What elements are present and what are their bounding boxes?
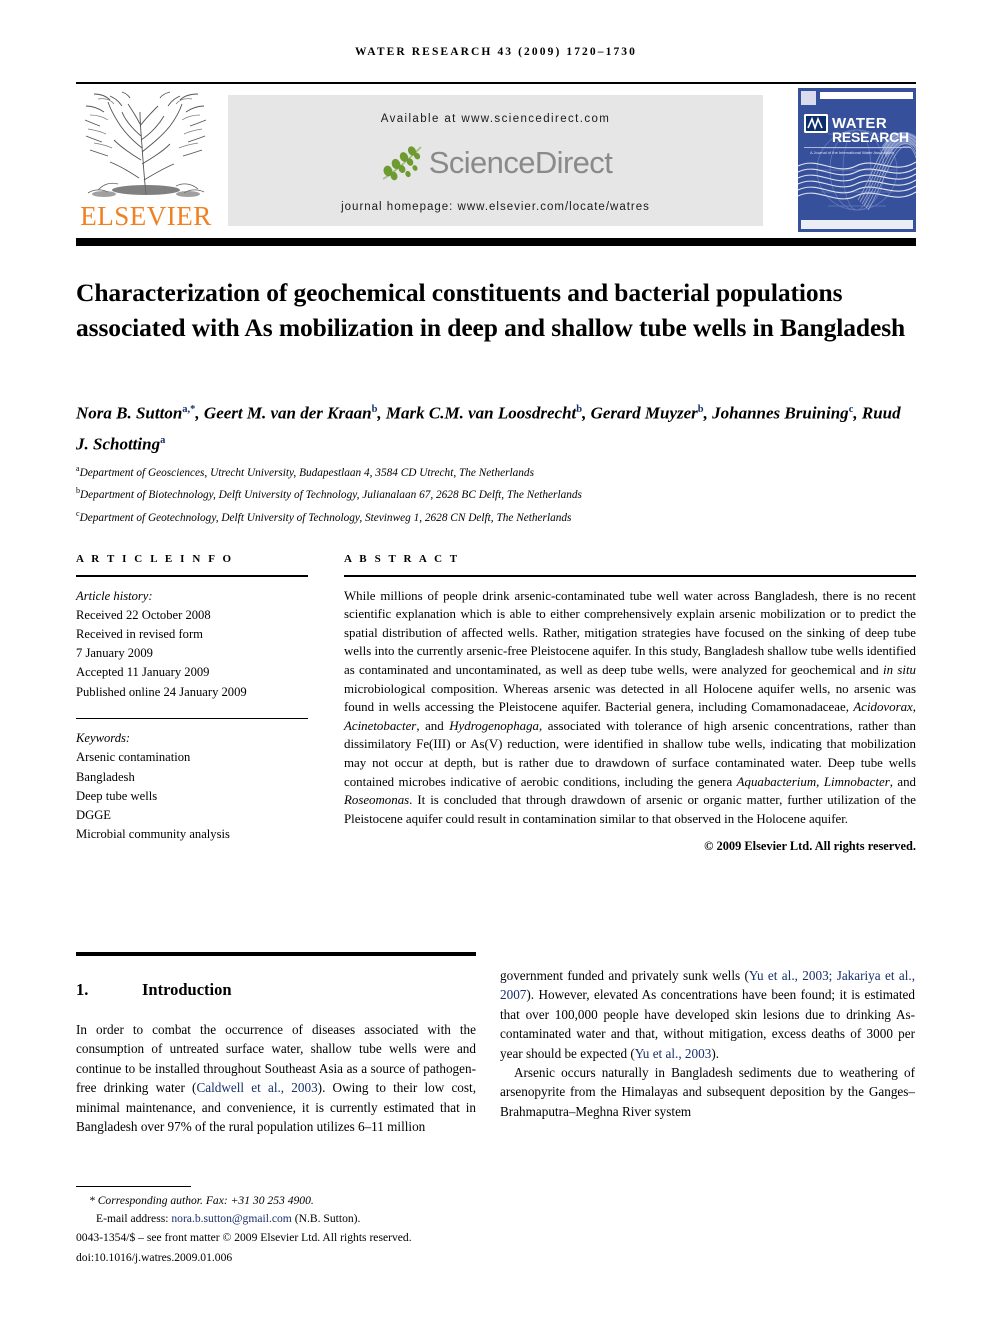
doi-note[interactable]: doi:10.1016/j.watres.2009.01.006 <box>76 1249 506 1267</box>
article-history-block: Article history: Received 22 October 200… <box>76 587 308 702</box>
article-info-divider <box>76 575 308 577</box>
water-research-cover-art: WATER RESEARCH A Journal of the Internat… <box>798 88 916 232</box>
elsevier-tree-icon <box>84 91 207 197</box>
available-at-text: Available at www.sciencedirect.com <box>380 113 611 125</box>
intro-right-text: government funded and privately sunk wel… <box>500 966 915 1121</box>
affiliation-item: bDepartment of Biotechnology, Delft Univ… <box>76 482 916 504</box>
keywords-label: Keywords: <box>76 731 131 746</box>
affiliation-text: Department of Geotechnology, Delft Unive… <box>79 511 572 524</box>
copyright-line: © 2009 Elsevier Ltd. All rights reserved… <box>704 839 916 854</box>
body-column-left: 1. Introduction In order to combat the oc… <box>76 966 476 1136</box>
journal-masthead: ELSEVIER Available at www.sciencedirect.… <box>76 88 916 232</box>
section-number: 1. <box>76 980 89 999</box>
section-title: Introduction <box>142 980 232 999</box>
affiliation-text: Department of Geosciences, Utrecht Unive… <box>79 466 534 479</box>
affiliation-item: aDepartment of Geosciences, Utrecht Univ… <box>76 460 916 482</box>
elsevier-logo[interactable]: ELSEVIER <box>76 88 216 232</box>
paragraph: Arsenic occurs naturally in Bangladesh s… <box>500 1065 915 1119</box>
footnote-block: * Corresponding author. Fax: +31 30 253 … <box>76 1192 506 1266</box>
affiliation-item: cDepartment of Geotechnology, Delft Univ… <box>76 505 916 527</box>
keywords-divider <box>76 717 308 720</box>
masthead-bottom-rule <box>76 238 916 246</box>
section-heading-introduction: 1. Introduction <box>76 980 476 1000</box>
body-column-right: government funded and privately sunk wel… <box>500 966 915 1121</box>
sciencedirect-panel: Available at www.sciencedirect.com Scien… <box>228 95 763 226</box>
history-item: Received 22 October 2008 <box>76 607 211 622</box>
abstract-text: While millions of people drink arsenic-c… <box>344 588 917 826</box>
paragraph: In order to combat the occurrence of dis… <box>76 1022 476 1135</box>
footnote-rule <box>76 1186 191 1188</box>
svg-text:RESEARCH: RESEARCH <box>832 129 909 145</box>
article-history-label: Article history: <box>76 588 153 603</box>
email-address-note[interactable]: E-mail address: nora.b.sutton@gmail.com … <box>76 1210 506 1228</box>
abstract-column: A B S T R A C T While millions of people… <box>344 553 916 854</box>
abstract-divider <box>344 575 916 577</box>
keyword-item[interactable]: DGGE <box>76 806 308 825</box>
sciencedirect-logo[interactable]: ScienceDirect <box>228 143 763 187</box>
journal-cover-thumbnail[interactable]: WATER RESEARCH A Journal of the Internat… <box>798 88 916 232</box>
keyword-item[interactable]: Bangladesh <box>76 768 308 787</box>
intro-left-text: In order to combat the occurrence of dis… <box>76 1020 476 1136</box>
affiliation-text: Department of Biotechnology, Delft Unive… <box>80 489 582 502</box>
journal-homepage-text: journal homepage: www.elsevier.com/locat… <box>341 201 650 213</box>
journal-article-page: WATER RESEARCH 43 (2009) 1720–1730 ELSEV… <box>0 0 992 1323</box>
body-rule <box>76 952 476 956</box>
abstract-heading: A B S T R A C T <box>344 553 460 565</box>
svg-text:A Journal of the International: A Journal of the International Water Ass… <box>810 150 894 155</box>
history-item: Accepted 11 January 2009 <box>76 665 210 680</box>
elsevier-wordmark: ELSEVIER <box>80 201 212 231</box>
keywords-block: Keywords: Arsenic contamination Banglade… <box>76 729 308 844</box>
paragraph: government funded and privately sunk wel… <box>500 968 915 1061</box>
history-item: Received in revised form <box>76 627 203 641</box>
running-head: WATER RESEARCH 43 (2009) 1720–1730 <box>354 46 638 58</box>
history-item: 7 January 2009 <box>76 646 153 661</box>
article-info-column: A R T I C L E I N F O Article history: R… <box>76 553 308 844</box>
keyword-item[interactable]: Microbial community analysis <box>76 825 308 844</box>
author-list: Nora B. Suttona,*, Geert M. van der Kraa… <box>76 403 901 454</box>
top-rule <box>76 82 916 84</box>
sciencedirect-wordmark: ScienceDirect <box>428 145 613 180</box>
article-info-heading: A R T I C L E I N F O <box>76 553 234 565</box>
history-item: Published online 24 January 2009 <box>76 684 247 699</box>
corresponding-author-note: * Corresponding author. Fax: +31 30 253 … <box>89 1194 314 1207</box>
keyword-item[interactable]: Deep tube wells <box>76 787 308 806</box>
affiliation-list: aDepartment of Geosciences, Utrecht Univ… <box>76 460 916 527</box>
page-title: Characterization of geochemical constitu… <box>76 278 906 343</box>
keyword-item[interactable]: Arsenic contamination <box>76 748 308 767</box>
front-matter-note: 0043-1354/$ – see front matter © 2009 El… <box>76 1231 412 1245</box>
sciencedirect-leaves-icon <box>382 146 422 181</box>
